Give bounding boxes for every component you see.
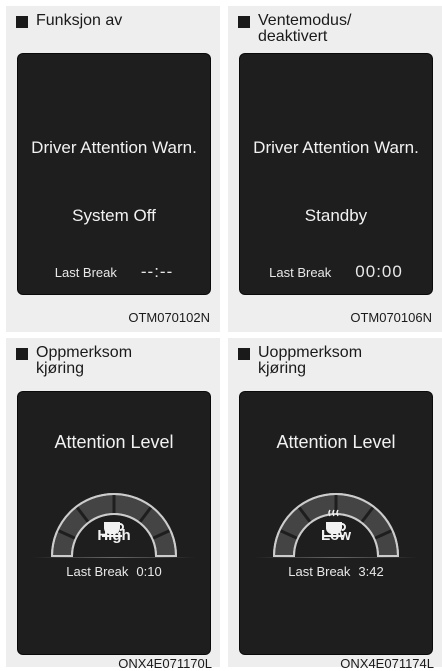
- last-break-row: Last Break 00:00: [240, 262, 432, 282]
- cluster-display: Driver Attention Warn. System Off Last B…: [18, 54, 210, 294]
- heading-text-line2: deaktivert: [258, 28, 328, 45]
- figure-code: OTM070102N: [128, 310, 210, 325]
- attention-gauge: [272, 490, 400, 558]
- cluster-display: Driver Attention Warn. Standby Last Brea…: [240, 54, 432, 294]
- heading-text-line1: Uoppmerksom: [258, 344, 363, 361]
- last-break-value: 3:42: [358, 564, 384, 579]
- bullet-square-icon: [16, 16, 28, 28]
- last-break-row: Last Break 3:42: [240, 564, 432, 579]
- last-break-value: 00:00: [355, 262, 403, 281]
- heading-text-line2: kjøring: [258, 360, 307, 377]
- panel-inattentive-driving: Uoppmerksom kjøring Attention Level Low: [228, 338, 442, 671]
- attention-level-title: Attention Level: [276, 432, 396, 452]
- figure-code: OTM070106N: [350, 310, 432, 325]
- heading-text: Funksjon av: [36, 12, 123, 29]
- bullet-square-icon: [238, 348, 250, 360]
- last-break-value: 0:10: [136, 564, 162, 579]
- last-break-row: Last Break --:--: [18, 262, 210, 282]
- last-break-label: Last Break: [288, 564, 351, 579]
- heading-text-line1: Oppmerksom: [36, 344, 133, 361]
- panel-standby-deactivated: Ventemodus/ deaktivert Driver Attention …: [228, 6, 442, 332]
- display-title: Driver Attention Warn.: [31, 138, 197, 157]
- last-break-label: Last Break: [269, 265, 332, 280]
- cluster-display: Attention Level Low Last Break 3:42: [240, 392, 432, 654]
- panel-attentive-driving: Oppmerksom kjøring Attention Level High …: [6, 338, 220, 671]
- system-status: Standby: [304, 206, 368, 225]
- panel-function-off: Funksjon av Driver Attention Warn. Syste…: [6, 6, 220, 332]
- panel-heading: Uoppmerksom kjøring: [238, 345, 436, 377]
- bullet-square-icon: [238, 16, 250, 28]
- panel-heading: Ventemodus/ deaktivert: [238, 13, 436, 45]
- display-title: Driver Attention Warn.: [253, 138, 419, 157]
- attention-level-value: Low: [321, 527, 351, 544]
- heading-text-line1: Ventemodus/: [258, 12, 352, 29]
- bullet-square-icon: [16, 348, 28, 360]
- panel-heading: Funksjon av: [16, 13, 214, 29]
- cluster-display: Attention Level High Last Break 0:10: [18, 392, 210, 654]
- last-break-label: Last Break: [66, 564, 129, 579]
- divider: [32, 557, 196, 558]
- figure-code: ONX4E071174L: [340, 656, 434, 671]
- system-status: System Off: [72, 206, 156, 225]
- figure-code: ONX4E071170L: [118, 656, 212, 671]
- divider: [254, 557, 418, 558]
- last-break-label: Last Break: [54, 265, 117, 280]
- attention-level-title: Attention Level: [54, 432, 174, 452]
- heading-text-line2: kjøring: [36, 360, 85, 377]
- panel-heading: Oppmerksom kjøring: [16, 345, 214, 377]
- attention-level-value: High: [97, 527, 131, 544]
- last-break-row: Last Break 0:10: [18, 564, 210, 579]
- attention-gauge: [50, 490, 178, 558]
- last-break-value: --:--: [140, 262, 174, 281]
